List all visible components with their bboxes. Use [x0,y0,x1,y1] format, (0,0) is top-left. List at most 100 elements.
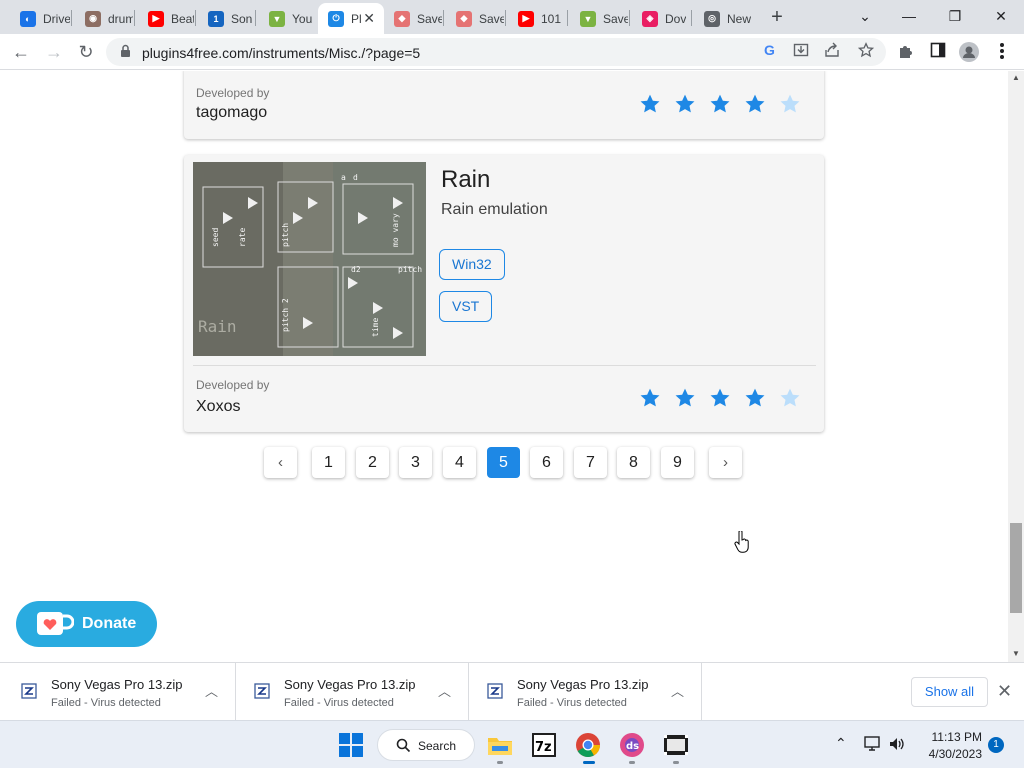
plugin-card-1: Developed by tagomago [184,71,824,139]
svg-text:ds: ds [626,741,639,752]
browser-tab[interactable]: ▼ You [259,3,317,34]
chevron-up-icon[interactable]: ︿ [205,681,218,700]
tab-separator [71,10,72,26]
install-icon[interactable] [791,42,811,62]
browser-tab[interactable]: ⏻ Plugins4Free✕ [318,3,384,34]
extensions-icon[interactable] [896,42,916,62]
download-shelf: Sony Vegas Pro 13.zip Failed - Virus dete… [0,662,1024,720]
maximize-button[interactable]: ❐ [940,4,970,28]
svg-text:pitch 2: pitch 2 [281,298,290,332]
running-indicator [629,761,635,764]
tab-search-button[interactable]: ⌄ [850,4,880,28]
reload-button[interactable]: ↻ [73,39,99,65]
start-icon[interactable] [338,732,364,758]
pagination-page-button[interactable]: 7 [574,447,607,478]
menu-icon[interactable] [992,42,1012,62]
donate-button[interactable]: Donate [16,601,157,647]
tab-separator [691,10,692,26]
pagination-page-button[interactable]: 6 [530,447,563,478]
download-item[interactable]: Sony Vegas Pro 13.zip Failed - Virus dete… [468,663,702,720]
tab-title: Save [417,11,442,26]
taskbar-search-label: Search [418,739,457,753]
scroll-down-icon[interactable]: ▼ [1012,649,1020,658]
minimize-button[interactable]: — [894,4,924,28]
network-icon[interactable] [864,736,882,752]
tag-chip-win32[interactable]: Win32 [439,249,505,280]
plugin-description: Rain emulation [441,201,548,218]
pagination-page-button[interactable]: 5 [487,447,520,478]
svg-text:mo vary: mo vary [391,213,400,247]
pagination-page-button[interactable]: 8 [617,447,650,478]
browser-tab[interactable]: ▶ Beat [138,3,194,34]
plugin-title[interactable]: Rain [441,166,490,194]
tab-favicon-icon: ⏻ [328,10,344,27]
browser-tab[interactable]: ◉ drum [75,3,133,34]
tab-separator [195,10,196,26]
scrollbar-thumb[interactable] [1010,523,1022,613]
donate-label: Donate [82,615,137,632]
notification-badge[interactable]: 1 [988,737,1004,753]
close-window-button[interactable]: ✕ [986,4,1016,28]
browser-tab[interactable]: ◆ Save [384,3,442,34]
7zip-icon[interactable]: 7z [531,732,557,758]
star-filled-icon [709,387,744,411]
tab-favicon-icon: ◉ [85,10,101,27]
new-tab-button[interactable]: + [766,6,788,28]
chevron-up-icon[interactable]: ︿ [671,681,684,700]
share-icon[interactable] [822,42,842,62]
taskbar-search-box[interactable]: Search [377,729,475,761]
download-item[interactable]: Sony Vegas Pro 13.zip Failed - Virus dete… [235,663,469,720]
pagination-prev-button[interactable]: ‹ [264,447,297,478]
vertical-scrollbar[interactable]: ▲ ▼ [1008,71,1024,662]
chevron-up-icon[interactable]: ︿ [438,681,451,700]
pagination-page-button[interactable]: 2 [356,447,389,478]
star-filled-icon [674,93,709,117]
svg-text:rate: rate [238,228,247,247]
url-text[interactable]: plugins4free.com/instruments/Misc./?page… [142,45,420,61]
close-tab-icon[interactable]: ✕ [363,10,375,27]
tab-favicon-icon: ◈ [642,10,658,27]
chrome-icon[interactable] [575,732,601,758]
back-button[interactable]: ← [8,39,34,65]
plugin-screenshot-image[interactable]: seed rate pitch a d mo vary d2 pitch pit… [193,162,426,356]
browser-tab[interactable]: ▶ 101 [508,3,566,34]
pagination-page-button[interactable]: 9 [661,447,694,478]
google-icon[interactable]: G [760,42,780,62]
address-bar[interactable]: plugins4free.com/instruments/Misc./?page… [106,38,886,66]
star-filled-icon [674,387,709,411]
browser-tab[interactable]: ▼ Save [570,3,628,34]
clock-date[interactable]: 4/30/2023 [916,747,982,761]
scroll-up-icon[interactable]: ▲ [1012,73,1020,82]
tab-favicon-icon: ◆ [456,10,472,27]
show-all-downloads-button[interactable]: Show all [911,677,988,707]
tab-title: Drive [43,11,70,26]
bookmark-star-icon[interactable] [856,42,876,62]
download-file-name: Sony Vegas Pro 13.zip [284,677,416,692]
developer-name[interactable]: tagomago [196,104,267,122]
pagination-next-button[interactable]: › [709,447,742,478]
close-download-shelf-icon[interactable]: ✕ [997,681,1012,702]
lock-icon[interactable] [120,44,131,58]
browser-tab[interactable]: ◎ New [694,3,754,34]
file-explorer-icon[interactable] [487,732,513,758]
browser-tab[interactable]: ◈ Dov [632,3,690,34]
pagination-page-button[interactable]: 3 [399,447,432,478]
forward-button[interactable]: → [41,39,67,65]
browser-tab[interactable]: ◐ Drive [10,3,70,34]
browser-tab[interactable]: 1 Son [198,3,254,34]
tray-overflow-chevron-icon[interactable]: ⌃ [835,735,847,752]
download-item[interactable]: Sony Vegas Pro 13.zip Failed - Virus dete… [2,663,236,720]
clock-time[interactable]: 11:13 PM [922,730,982,744]
rating-stars [639,387,814,411]
side-panel-icon[interactable] [928,42,948,62]
pagination-page-button[interactable]: 4 [443,447,476,478]
browser-tab[interactable]: ◆ Save [446,3,504,34]
pagination-page-button[interactable]: 1 [312,447,345,478]
profile-icon[interactable] [959,42,979,62]
volume-icon[interactable] [888,736,906,752]
video-editor-icon[interactable] [663,732,689,758]
dev-studio-icon[interactable]: ds [619,732,645,758]
hand-cursor-icon [734,531,749,553]
developer-name[interactable]: Xoxos [196,398,240,416]
tag-chip-vst[interactable]: VST [439,291,493,322]
